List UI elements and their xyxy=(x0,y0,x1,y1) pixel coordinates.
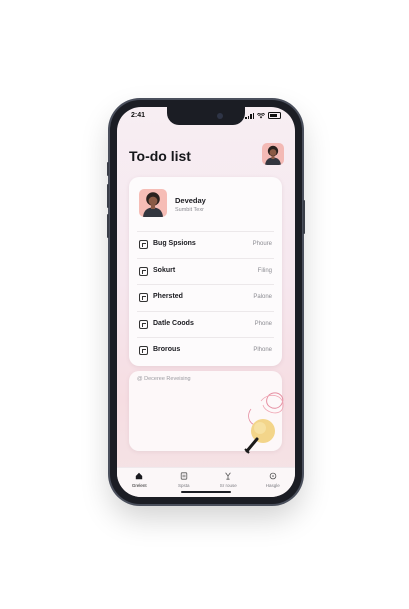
document-icon xyxy=(139,293,148,302)
task-list: Bug Spsions Phoure Sokurt Filing Pherste… xyxy=(137,231,274,364)
task-value: Phoure xyxy=(252,241,272,247)
page-title: To-do list xyxy=(129,148,191,164)
note-placeholder: @ Deceree Reveising xyxy=(137,376,191,382)
task-value: Palone xyxy=(253,294,272,300)
home-indicator[interactable] xyxy=(181,491,231,493)
home-icon xyxy=(136,472,143,480)
notch xyxy=(167,107,245,125)
profile-name: Deveday xyxy=(175,196,206,205)
list-item[interactable]: Phersted Palone xyxy=(137,284,274,311)
task-label: Brorous xyxy=(153,346,181,353)
list-item[interactable]: Bug Spsions Phoure xyxy=(137,231,274,258)
tab-settings[interactable]: Hasgle xyxy=(251,468,296,497)
tab-label: Hasgle xyxy=(265,483,280,488)
task-card: Deveday Sumbit Texr Bug Spsions Phoure S… xyxy=(129,177,282,366)
task-value: Plhone xyxy=(253,347,272,353)
task-icon xyxy=(180,472,187,480)
image-icon xyxy=(139,346,148,355)
stage: 2:41 To-do list Deveday Sumbit Texr Bug … xyxy=(0,0,409,609)
list-item[interactable]: Datle Coods Phone xyxy=(137,310,274,338)
settings-icon xyxy=(269,472,277,480)
person-icon xyxy=(265,145,281,165)
power-button xyxy=(303,200,305,234)
calendar-icon xyxy=(139,319,148,329)
task-label: Sokurt xyxy=(153,266,176,274)
phone-frame: 2:41 To-do list Deveday Sumbit Texr Bug … xyxy=(107,100,305,504)
avatar[interactable] xyxy=(262,143,284,165)
clipboard-icon xyxy=(139,240,148,249)
status-time: 2:41 xyxy=(131,112,146,119)
person-icon xyxy=(143,192,163,217)
camera-icon xyxy=(217,113,223,119)
task-value: Phone xyxy=(254,320,272,327)
trophy-icon xyxy=(225,472,231,480)
task-value: Filing xyxy=(257,267,272,274)
task-label: Bug Spsions xyxy=(153,240,196,247)
wifi-icon xyxy=(257,112,265,118)
tab-label: Spsta xyxy=(177,483,190,488)
phone-screen: 2:41 To-do list Deveday Sumbit Texr Bug … xyxy=(117,107,295,497)
tab-home[interactable]: Grelent xyxy=(117,468,162,497)
export-icon xyxy=(139,266,148,276)
list-item[interactable]: Brorous Plhone xyxy=(137,337,274,364)
profile-avatar[interactable] xyxy=(139,189,167,217)
signal-icon xyxy=(245,112,254,119)
list-item[interactable]: Sokurt Filing xyxy=(137,257,274,285)
volume-down-button xyxy=(107,214,109,238)
status-icons xyxy=(245,112,281,119)
task-label: Datle Coods xyxy=(153,319,194,327)
mute-switch xyxy=(107,162,109,176)
profile-subtitle: Sumbit Texr xyxy=(175,207,204,213)
tab-label: Sr rouse xyxy=(219,483,237,488)
task-label: Phersted xyxy=(153,293,183,300)
pin-decoration xyxy=(244,392,284,454)
volume-up-button xyxy=(107,184,109,208)
battery-icon xyxy=(268,112,281,119)
tab-label: Grelent xyxy=(131,483,147,488)
